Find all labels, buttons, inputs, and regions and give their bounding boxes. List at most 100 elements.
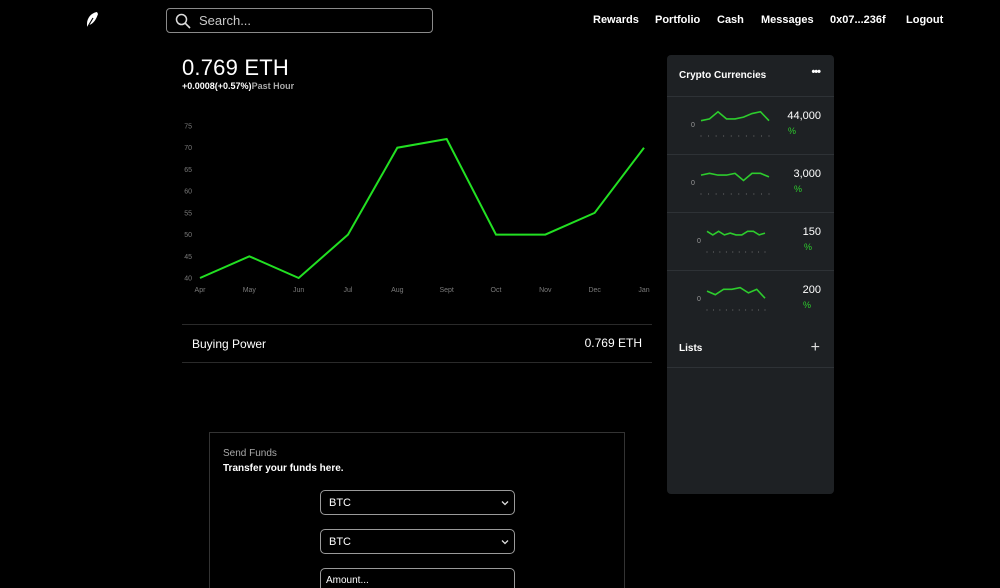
- crypto-row[interactable]: 0 3,000 %: [667, 154, 834, 212]
- sparkline-tick: [725, 309, 727, 311]
- sparkline-tick: [732, 251, 734, 253]
- crypto-price: 3,000: [793, 168, 821, 180]
- crypto-currencies-panel: Crypto Currencies ••• 0 44,000 % 0 3,000…: [667, 55, 834, 494]
- sparkline-tick: [708, 193, 710, 195]
- divider: [667, 367, 834, 368]
- sparkline-tick: [732, 309, 734, 311]
- sparkline-tick: [760, 193, 762, 195]
- send-funds-title: Send Funds: [223, 448, 277, 459]
- sparkline-line: [706, 230, 766, 236]
- x-tick-label: Jan: [638, 287, 649, 294]
- divider: [182, 324, 652, 325]
- sparkline-tick: [753, 135, 755, 137]
- x-tick-label: Oct: [491, 287, 502, 294]
- y-tick-label: 45: [184, 254, 192, 261]
- price-line: [199, 137, 645, 280]
- send-funds-subtitle: Transfer your funds here.: [223, 463, 344, 474]
- sparkline-line: [706, 286, 766, 299]
- change-value: +0.0008(+0.57%): [182, 81, 252, 91]
- crypto-change: %: [788, 126, 797, 136]
- crypto-row[interactable]: 0 200 %: [667, 270, 834, 328]
- sparkline-tick: [738, 251, 740, 253]
- x-tick-label: Sept: [439, 287, 453, 294]
- sparkline-tick: [753, 193, 755, 195]
- sparkline-tick: [751, 251, 753, 253]
- sparkline-line: [700, 110, 770, 122]
- x-tick-label: Jun: [293, 287, 304, 294]
- sparkline-tick: [715, 135, 717, 137]
- lists-label: Lists: [679, 343, 703, 354]
- sparkline-tick: [723, 193, 725, 195]
- feather-logo-icon[interactable]: [84, 11, 100, 29]
- sparkline-tick: [712, 309, 714, 311]
- buying-power-label: Buying Power: [192, 337, 267, 351]
- crypto-row[interactable]: 0 44,000 %: [667, 96, 834, 154]
- plus-icon[interactable]: +: [811, 339, 820, 357]
- sparkline-tick: [738, 309, 740, 311]
- from-currency-select[interactable]: BTC: [320, 490, 515, 515]
- search-bar[interactable]: [166, 8, 433, 33]
- sparkline-tick: [764, 309, 766, 311]
- sparkline-tick: [764, 251, 766, 253]
- y-tick-label: 50: [184, 232, 192, 239]
- crypto-change: %: [804, 242, 813, 252]
- crypto-change: %: [794, 184, 803, 194]
- sparkline-tick: [760, 135, 762, 137]
- y-tick-label: 40: [184, 276, 192, 283]
- y-tick-label: 70: [184, 145, 192, 152]
- nav-account-address[interactable]: 0x07...236f: [830, 14, 886, 26]
- to-currency-select[interactable]: BTC: [320, 529, 515, 554]
- sparkline-tick: [708, 135, 710, 137]
- sparkline-tick: [745, 135, 747, 137]
- sparkline-line: [700, 172, 770, 182]
- portfolio-line-chart: 40 45 50 55 60 65 70 75 Apr May Jun Jul Aug Sept Oct No…: [184, 124, 650, 295]
- portfolio-balance: 0.769 ETH: [182, 55, 289, 80]
- amount-input[interactable]: Amount...: [320, 568, 515, 588]
- search-icon: [175, 13, 191, 29]
- ellipsis-icon[interactable]: •••: [811, 66, 821, 78]
- y-tick-label: 60: [184, 189, 192, 196]
- chevron-down-icon: [501, 540, 509, 545]
- chevron-down-icon: [501, 501, 509, 506]
- nav-logout[interactable]: Logout: [906, 14, 943, 26]
- change-period: Past Hour: [251, 81, 295, 91]
- nav-portfolio[interactable]: Portfolio: [655, 14, 700, 26]
- sparkline-axis-label: 0: [697, 238, 701, 245]
- x-tick-label: Jul: [344, 287, 353, 294]
- crypto-row[interactable]: 0 150 %: [667, 212, 834, 270]
- sparkline-axis-label: 0: [691, 122, 695, 129]
- sparkline-tick: [751, 309, 753, 311]
- to-currency-value: BTC: [329, 535, 351, 548]
- crypto-change: %: [803, 300, 812, 310]
- panel-title: Crypto Currencies: [679, 70, 767, 81]
- sparkline-tick: [715, 193, 717, 195]
- sparkline-tick: [745, 193, 747, 195]
- sparkline-tick: [700, 193, 702, 195]
- crypto-price: 200: [802, 284, 821, 296]
- sparkline-tick: [725, 251, 727, 253]
- crypto-price: 44,000: [787, 110, 821, 122]
- sparkline-tick: [745, 251, 747, 253]
- sparkline-axis-label: 0: [691, 180, 695, 187]
- buying-power-value: 0.769 ETH: [584, 336, 642, 350]
- sparkline-tick: [758, 309, 760, 311]
- x-tick-label: May: [243, 287, 257, 294]
- sparkline-tick: [706, 251, 708, 253]
- sparkline-tick: [723, 135, 725, 137]
- x-tick-label: Apr: [195, 287, 207, 294]
- sparkline-tick: [738, 193, 740, 195]
- nav-messages[interactable]: Messages: [761, 14, 814, 26]
- balance-change: +0.0008(+0.57%)Past Hour: [182, 81, 294, 91]
- search-input[interactable]: [199, 13, 419, 28]
- sparkline-tick: [768, 193, 770, 195]
- nav-cash[interactable]: Cash: [717, 14, 744, 26]
- sparkline-tick: [730, 135, 732, 137]
- send-funds-card: Send Funds Transfer your funds here. BTC…: [209, 432, 625, 588]
- y-tick-label: 75: [184, 124, 192, 131]
- nav-rewards[interactable]: Rewards: [593, 14, 639, 26]
- sparkline-tick: [719, 251, 721, 253]
- crypto-price: 150: [802, 226, 821, 238]
- sparkline-axis-label: 0: [697, 296, 701, 303]
- x-tick-label: Aug: [391, 287, 404, 294]
- x-tick-label: Nov: [539, 287, 552, 294]
